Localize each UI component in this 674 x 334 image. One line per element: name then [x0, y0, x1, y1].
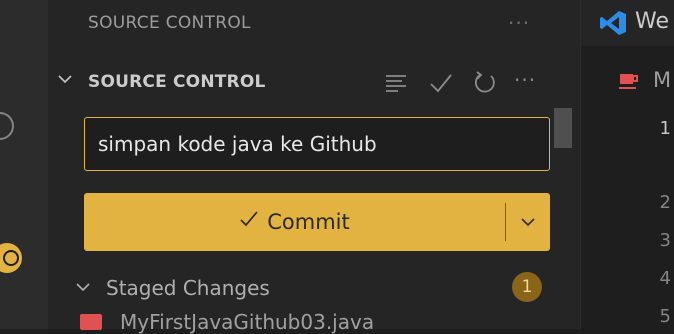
- commit-message-input[interactable]: [84, 117, 550, 171]
- commit-main-action[interactable]: Commit: [84, 193, 505, 251]
- account-icon[interactable]: [0, 112, 14, 140]
- view-title: SOURCE CONTROL: [88, 13, 251, 33]
- staged-file-item[interactable]: MyFirstJavaGithub03.java: [78, 310, 558, 334]
- welcome-tab-label[interactable]: We: [635, 9, 669, 34]
- file-breadcrumb-label[interactable]: M: [653, 68, 671, 92]
- staged-file-label: MyFirstJavaGithub03.java: [120, 310, 375, 334]
- staged-count-badge: 1: [512, 272, 542, 302]
- chevron-down-icon[interactable]: [74, 278, 92, 301]
- staged-changes-label: Staged Changes: [106, 276, 270, 300]
- refresh-icon[interactable]: [472, 70, 498, 102]
- editor-area: We M 1 2 3 4 5: [580, 0, 674, 329]
- section-title: SOURCE CONTROL: [88, 72, 266, 92]
- source-control-sidebar: SOURCE CONTROL ··· SOURCE CONTROL ··· Co…: [48, 0, 580, 334]
- view-as-list-icon[interactable]: [384, 72, 408, 100]
- line-number: 4: [659, 268, 671, 289]
- source-control-section-header[interactable]: SOURCE CONTROL ···: [48, 58, 580, 106]
- editor-tab-bar: We: [581, 0, 674, 46]
- ellipsis-icon[interactable]: ···: [514, 68, 536, 92]
- chevron-down-icon[interactable]: [56, 70, 74, 93]
- ellipsis-icon[interactable]: ···: [508, 11, 530, 35]
- commit-dropdown-button[interactable]: [506, 193, 550, 251]
- line-number: 2: [659, 192, 671, 213]
- scrollbar[interactable]: [554, 108, 572, 148]
- line-number: 3: [659, 230, 671, 251]
- check-icon[interactable]: [428, 72, 454, 100]
- commit-button[interactable]: Commit: [84, 193, 550, 251]
- java-file-icon: [80, 314, 102, 330]
- line-number: 1: [659, 118, 671, 139]
- commit-button-label: Commit: [267, 210, 350, 234]
- java-coffee-icon: [619, 72, 639, 90]
- staged-changes-group[interactable]: Staged Changes 1: [48, 268, 580, 308]
- chevron-down-icon: [521, 218, 535, 227]
- line-number: 5: [659, 306, 671, 327]
- activity-bar: [0, 0, 49, 329]
- settings-badge-icon[interactable]: [0, 243, 22, 273]
- vscode-logo-icon: [599, 10, 627, 36]
- check-icon: [239, 209, 259, 235]
